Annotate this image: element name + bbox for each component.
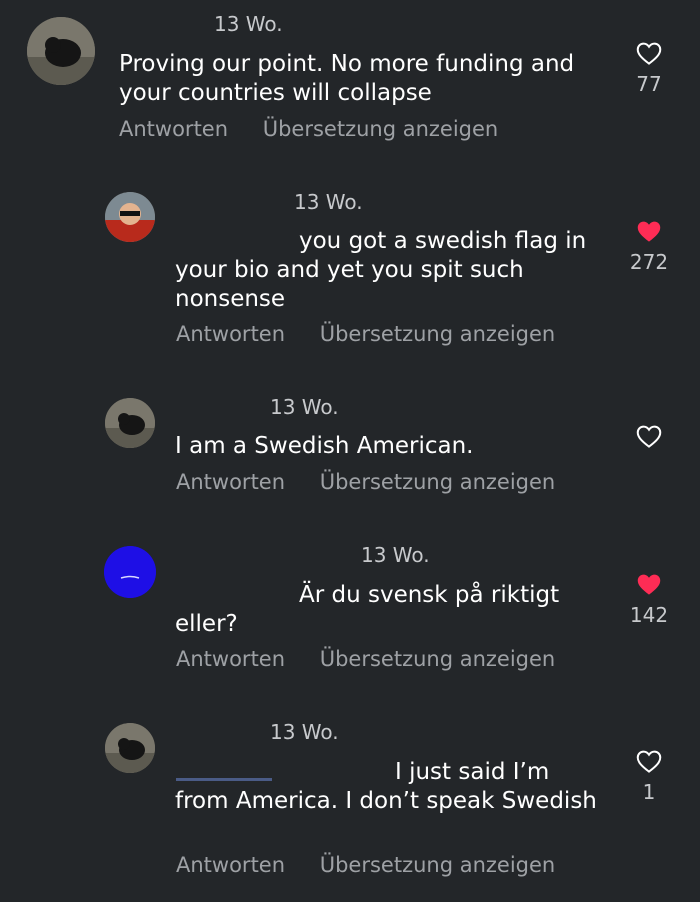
comment-actions: Antworten Übersetzung anzeigen	[176, 322, 583, 346]
translate-button[interactable]: Übersetzung anzeigen	[320, 647, 556, 671]
comment-text: I just said I’m from America. I don’t sp…	[175, 758, 605, 816]
avatar[interactable]	[105, 192, 155, 242]
translate-button[interactable]: Übersetzung anzeigen	[320, 322, 556, 346]
heart-outline-icon	[629, 746, 669, 776]
comment-text: Är du svensk på riktigt eller?	[175, 581, 605, 639]
reply-button[interactable]: Antworten	[176, 470, 285, 494]
avatar[interactable]	[27, 17, 95, 85]
comment-text: you got a swedish flag in your bio and y…	[175, 227, 605, 314]
avatar[interactable]	[105, 398, 155, 448]
comment-body: I just said I’m from America. I don’t sp…	[175, 759, 597, 814]
like-button[interactable]: 77	[629, 38, 669, 96]
comment-actions: Antworten Übersetzung anzeigen	[176, 647, 583, 671]
like-button[interactable]: 1	[629, 746, 669, 804]
comment-text: I am a Swedish American.	[175, 433, 474, 459]
comment-time: 13 Wo.	[270, 720, 339, 744]
translate-button[interactable]: Übersetzung anzeigen	[320, 470, 556, 494]
like-count: 272	[629, 250, 669, 274]
avatar[interactable]	[104, 546, 156, 598]
heart-filled-icon	[629, 216, 669, 246]
reply-button[interactable]: Antworten	[119, 117, 228, 141]
translate-button[interactable]: Übersetzung anzeigen	[320, 853, 556, 877]
like-count: 77	[636, 72, 662, 96]
comment-body: Är du svensk på riktigt eller?	[175, 582, 560, 637]
like-button[interactable]	[629, 421, 669, 455]
translate-button[interactable]: Übersetzung anzeigen	[263, 117, 499, 141]
reply-button[interactable]: Antworten	[176, 647, 285, 671]
comment-body: you got a swedish flag in your bio and y…	[175, 228, 587, 312]
reply-button[interactable]: Antworten	[176, 322, 285, 346]
heart-outline-icon	[629, 38, 669, 68]
comment-time: 13 Wo.	[294, 190, 363, 214]
avatar[interactable]	[105, 723, 155, 773]
comment-actions: Antworten Übersetzung anzeigen	[176, 470, 583, 494]
reply-button[interactable]: Antworten	[176, 853, 285, 877]
like-button[interactable]: 142	[629, 569, 669, 627]
like-button[interactable]: 272	[629, 216, 669, 274]
comment-time: 13 Wo.	[214, 12, 283, 36]
like-count: 142	[629, 603, 669, 627]
comment-time: 13 Wo.	[270, 395, 339, 419]
comment-time: 13 Wo.	[361, 543, 430, 567]
heart-outline-icon	[629, 421, 669, 451]
comment-actions: Antworten Übersetzung anzeigen	[176, 853, 583, 877]
comment-text: Proving our point. No more funding and y…	[119, 51, 575, 106]
comment-actions: Antworten Übersetzung anzeigen	[119, 117, 526, 141]
like-count: 1	[642, 780, 656, 804]
heart-filled-icon	[629, 569, 669, 599]
